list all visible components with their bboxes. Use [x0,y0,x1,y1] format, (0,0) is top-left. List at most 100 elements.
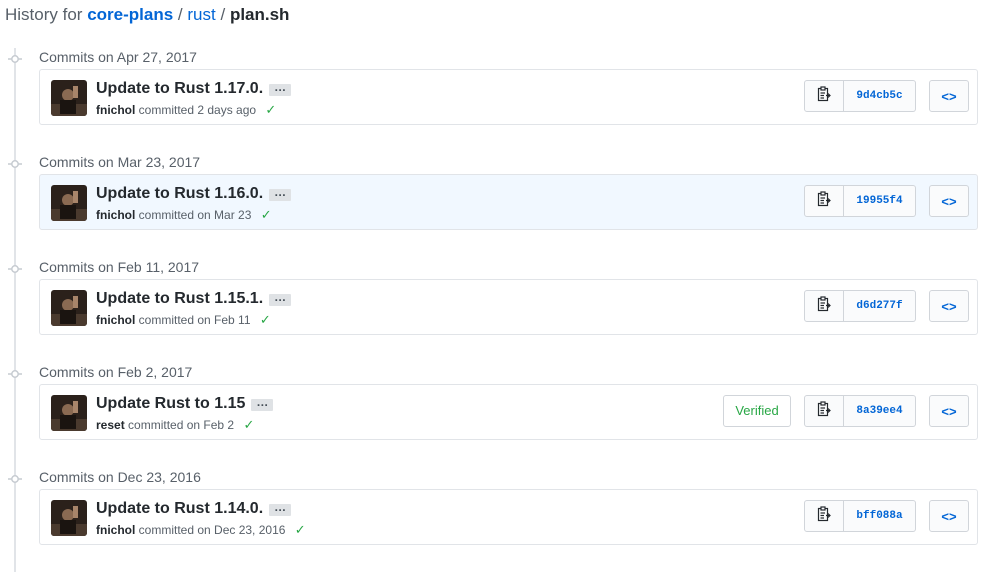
commit-row: Update to Rust 1.17.0. … fnichol committe… [39,69,978,125]
author-avatar[interactable] [51,290,87,326]
browse-files-button[interactable]: <> [929,395,969,427]
commit-meta: fnichol committed on Feb 11 ✓ [96,312,271,328]
commit-meta: fnichol committed on Mar 23 ✓ [96,207,272,223]
copy-sha-button[interactable] [804,500,844,532]
commit-meta: fnichol committed 2 days ago ✓ [96,102,276,118]
commit-row: Update Rust to 1.15 … reset committed on … [39,384,978,440]
code-icon: <> [941,403,957,419]
browse-files-button[interactable]: <> [929,80,969,112]
commit-author-link[interactable]: fnichol [96,313,135,327]
expand-ellipsis-button[interactable]: … [269,291,292,306]
commit-node-icon [8,262,22,276]
commit-sha-link[interactable]: 19955f4 [844,185,916,217]
code-icon: <> [941,298,957,314]
status-check-icon[interactable]: ✓ [260,312,271,328]
browse-files-button[interactable]: <> [929,290,969,322]
browse-files-button[interactable]: <> [929,500,969,532]
verified-badge[interactable]: Verified [723,395,791,427]
clipboard-icon [817,190,831,212]
status-check-icon[interactable]: ✓ [243,417,254,433]
commit-group: Commits on Feb 11, 2017 Update to Rust 1… [0,258,993,363]
copy-sha-button[interactable] [804,80,844,112]
breadcrumb-separator: / [177,5,183,24]
author-avatar[interactable] [51,395,87,431]
file-name: plan.sh [229,5,290,24]
commit-group: Commits on Mar 23, 2017 Update to Rust 1… [0,153,993,258]
commit-message-link[interactable]: Update Rust to 1.15 [96,395,245,412]
sha-button-group: 9d4cb5c [804,80,916,112]
commit-sha-link[interactable]: bff088a [844,500,916,532]
sha-button-group: 19955f4 [804,185,916,217]
commit-group-title: Commits on Dec 23, 2016 [39,469,201,485]
commit-message-link[interactable]: Update to Rust 1.14.0. [96,500,263,517]
code-icon: <> [941,193,957,209]
breadcrumb: History for core-plans / rust / plan.sh [5,5,289,25]
commit-action-text: committed on Mar 23 [138,208,252,222]
commit-action-text: committed 2 days ago [138,103,257,117]
status-check-icon[interactable]: ✓ [295,522,306,538]
commit-group-title: Commits on Feb 11, 2017 [39,259,200,275]
commit-group-header: Commits on Feb 2, 2017 [0,363,500,383]
browse-files-button[interactable]: <> [929,185,969,217]
commit-message: Update to Rust 1.16.0. … [96,183,292,205]
commit-author-link[interactable]: reset [96,418,125,432]
commit-message-link[interactable]: Update to Rust 1.17.0. [96,80,263,97]
copy-sha-button[interactable] [804,395,844,427]
expand-ellipsis-button[interactable]: … [269,501,292,516]
commit-sha-link[interactable]: 9d4cb5c [844,80,916,112]
commit-row: Update to Rust 1.14.0. … fnichol committe… [39,489,978,545]
author-avatar[interactable] [51,185,87,221]
sha-button-group: bff088a [804,500,916,532]
expand-ellipsis-button[interactable]: … [269,81,292,96]
expand-ellipsis-button[interactable]: … [251,396,274,411]
commit-message-link[interactable]: Update to Rust 1.15.1. [96,290,263,307]
commit-action-text: committed on Feb 2 [128,418,235,432]
commit-message: Update to Rust 1.15.1. … [96,288,292,310]
commit-message: Update to Rust 1.14.0. … [96,498,292,520]
status-check-icon[interactable]: ✓ [265,102,276,118]
commit-message: Update Rust to 1.15 … [96,393,274,415]
commit-author-link[interactable]: fnichol [96,523,135,537]
commit-sha-link[interactable]: 8a39ee4 [844,395,916,427]
commit-node-icon [8,367,22,381]
breadcrumb-separator: / [220,5,226,24]
commit-group-header: Commits on Apr 27, 2017 [0,48,500,68]
commit-meta: fnichol committed on Dec 23, 2016 ✓ [96,522,306,538]
commit-group-header: Commits on Mar 23, 2017 [0,153,500,173]
commit-message-link[interactable]: Update to Rust 1.16.0. [96,185,263,202]
author-avatar[interactable] [51,500,87,536]
commit-group-header: Commits on Feb 11, 2017 [0,258,500,278]
dir-link[interactable]: rust [187,5,215,24]
commit-group-header: Commits on Dec 23, 2016 [0,468,500,488]
expand-ellipsis-button[interactable]: … [269,186,292,201]
commit-message: Update to Rust 1.17.0. … [96,78,292,100]
commit-group: Commits on Feb 2, 2017 Update Rust to 1.… [0,363,993,468]
commit-action-text: committed on Dec 23, 2016 [138,523,286,537]
commit-author-link[interactable]: fnichol [96,103,135,117]
copy-sha-button[interactable] [804,185,844,217]
clipboard-icon [817,295,831,317]
commit-node-icon [8,52,22,66]
copy-sha-button[interactable] [804,290,844,322]
commit-action-text: committed on Feb 11 [138,313,251,327]
commit-group-title: Commits on Mar 23, 2017 [39,154,201,170]
code-icon: <> [941,508,957,524]
commit-row: Update to Rust 1.16.0. … fnichol committe… [39,174,978,230]
commit-group-title: Commits on Feb 2, 2017 [39,364,193,380]
author-avatar[interactable] [51,80,87,116]
commit-meta: reset committed on Feb 2 ✓ [96,417,254,433]
code-icon: <> [941,88,957,104]
commit-author-link[interactable]: fnichol [96,208,135,222]
commit-group: Commits on Apr 27, 2017 Update to Rust 1… [0,48,993,153]
sha-button-group: 8a39ee4 [804,395,916,427]
commit-row: Update to Rust 1.15.1. … fnichol committe… [39,279,978,335]
commit-node-icon [8,157,22,171]
commit-sha-link[interactable]: d6d277f [844,290,916,322]
sha-button-group: d6d277f [804,290,916,322]
clipboard-icon [817,400,831,422]
commit-group-title: Commits on Apr 27, 2017 [39,49,197,65]
status-check-icon[interactable]: ✓ [261,207,272,223]
clipboard-icon [817,505,831,527]
commit-node-icon [8,472,22,486]
repo-link[interactable]: core-plans [87,5,173,24]
